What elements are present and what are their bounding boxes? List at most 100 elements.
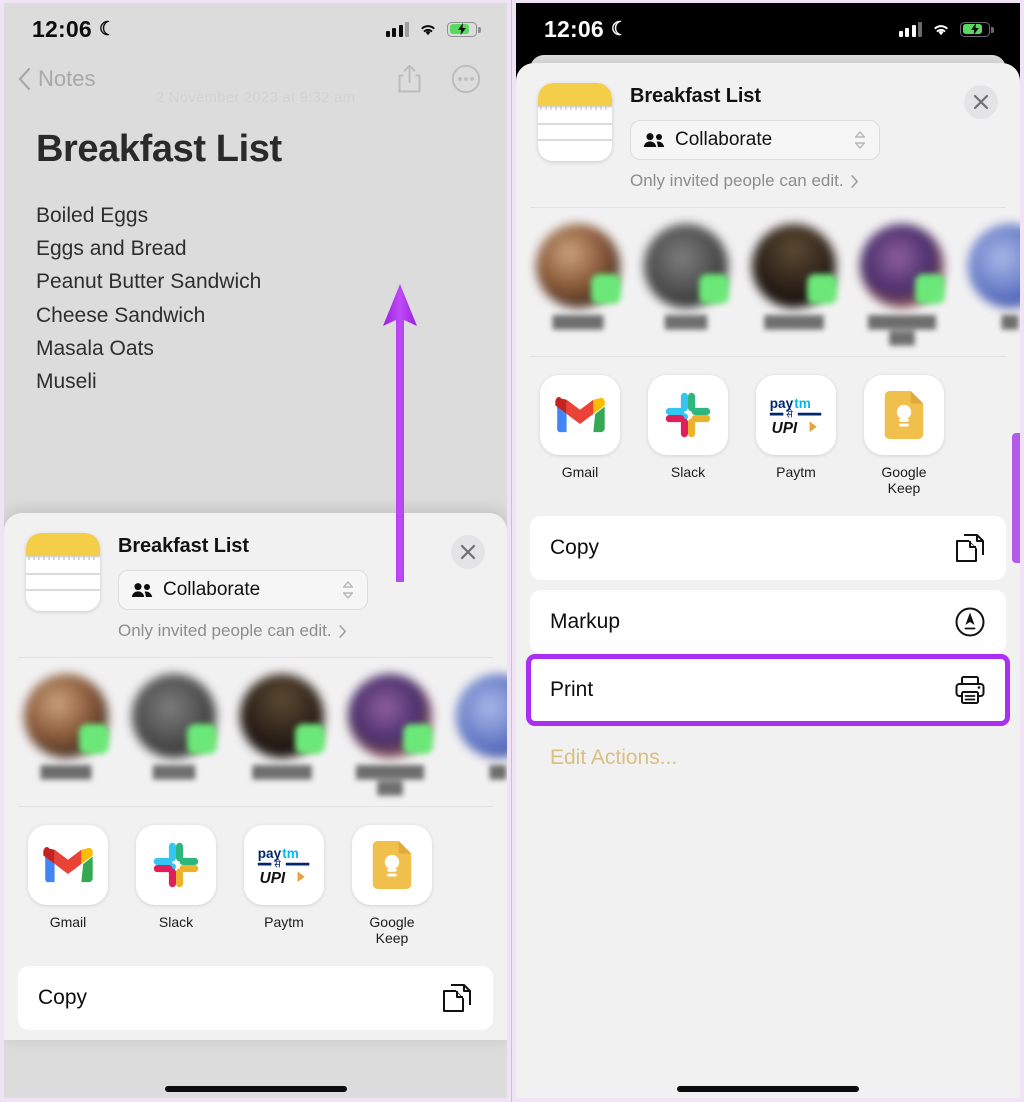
action-row-print[interactable]: Print — [530, 658, 1006, 722]
contact-item[interactable]: ███████ — [752, 224, 837, 346]
action-card-print-highlighted: Print — [526, 654, 1010, 727]
share-sheet-header: Breakfast List Collaborate Only invited … — [516, 63, 1020, 207]
app-share-target[interactable]: Google Keep — [864, 375, 944, 496]
status-bar-left: 12:06 ☾ — [4, 3, 507, 55]
do-not-disturb-moon-icon: ☾ — [610, 18, 629, 40]
action-card: Copy — [530, 516, 1006, 581]
gmail-icon — [28, 825, 108, 906]
gmail-icon — [540, 375, 620, 456]
share-icon[interactable] — [396, 64, 423, 94]
chevron-right-icon — [338, 624, 346, 638]
apps-row-right: Gmail Slack pay tm से UPI Paytm Google K… — [516, 357, 1020, 510]
app-share-target[interactable]: Gmail — [28, 825, 108, 946]
screenshot-root: 12:06 ☾ Notes 2 November 2023 at 9:32 am… — [0, 0, 1024, 1102]
share-sheet-right: Breakfast List Collaborate Only invited … — [516, 63, 1020, 1098]
contact-item[interactable]: ███████ — [240, 674, 325, 796]
app-label: Gmail — [561, 464, 599, 481]
app-share-target[interactable]: Google Keep — [352, 825, 432, 946]
action-label: Copy — [550, 536, 600, 560]
app-share-target[interactable]: Slack — [136, 825, 216, 946]
notes-document-icon — [538, 83, 612, 161]
google-keep-icon — [864, 375, 944, 456]
edit-actions-button[interactable]: Edit Actions... — [530, 732, 1006, 770]
imessage-badge-icon — [807, 274, 837, 304]
status-bar-indicators — [385, 21, 481, 37]
contact-name: ██████ — [552, 315, 604, 329]
app-share-target[interactable]: Gmail — [540, 375, 620, 496]
up-down-chevron-icon — [854, 131, 866, 149]
contact-name: ██████ — [40, 765, 92, 779]
note-title: Breakfast List — [36, 128, 282, 170]
apps-row-left: Gmail Slack pay tm से UPI Paytm Google K… — [4, 807, 507, 960]
contact-item[interactable]: █████ — [132, 674, 217, 796]
imessage-badge-icon — [403, 724, 433, 754]
battery-charging-icon — [447, 21, 481, 37]
share-sheet-meta: Breakfast List Collaborate Only invited … — [118, 533, 485, 641]
share-sheet-left: Breakfast List Collaborate Only invited … — [4, 513, 507, 1041]
contact-item[interactable]: ██████ — [536, 224, 621, 346]
action-row-markup[interactable]: Markup — [530, 590, 1006, 654]
share-sheet-title: Breakfast List — [118, 535, 249, 557]
action-row-copy[interactable]: Copy — [18, 966, 493, 1030]
share-sheet-stack: Breakfast List Collaborate Only invited … — [516, 55, 1020, 1098]
left-phone-screenshot: 12:06 ☾ Notes 2 November 2023 at 9:32 am… — [0, 0, 512, 1102]
note-nav-actions — [396, 64, 481, 94]
more-ellipsis-icon[interactable] — [451, 64, 481, 94]
svg-text:UPI: UPI — [772, 420, 798, 436]
permission-text: Only invited people can edit. — [118, 621, 332, 640]
app-label: Google Keep — [881, 464, 927, 497]
close-share-sheet-button[interactable] — [964, 85, 998, 119]
svg-text:UPI: UPI — [260, 870, 286, 886]
app-share-target[interactable]: pay tm से UPI Paytm — [756, 375, 836, 496]
action-label: Copy — [38, 986, 88, 1010]
collaborate-dropdown[interactable]: Collaborate — [630, 120, 880, 160]
contact-name: ██ — [1001, 315, 1019, 329]
action-card: Copy — [18, 966, 493, 1031]
battery-charging-icon — [960, 21, 994, 37]
back-to-notes-button[interactable]: Notes — [18, 66, 95, 92]
imessage-badge-icon — [187, 724, 217, 754]
chevron-right-icon — [850, 174, 858, 188]
app-share-target[interactable]: pay tm से UPI Paytm — [244, 825, 324, 946]
chevron-left-icon — [18, 68, 31, 90]
svg-text:pay: pay — [258, 846, 282, 861]
note-list-item: Eggs and Bread — [36, 237, 187, 261]
app-label: Slack — [158, 914, 194, 931]
markup-icon — [955, 607, 985, 637]
contact-item[interactable]: ████████ ███ — [860, 224, 945, 346]
svg-text:से: से — [786, 409, 793, 421]
up-down-chevron-icon — [342, 581, 354, 599]
imessage-badge-icon — [699, 274, 729, 304]
wifi-icon — [934, 24, 948, 35]
clock-time: 12:06 — [32, 15, 92, 42]
imessage-badge-icon — [295, 724, 325, 754]
contact-item[interactable]: █████ — [644, 224, 729, 346]
app-label: Gmail — [49, 914, 87, 931]
contact-item[interactable]: ██ — [456, 674, 507, 796]
permission-row[interactable]: Only invited people can edit. — [118, 621, 485, 641]
action-label: Markup — [550, 610, 621, 634]
actions-list-left: Copy — [4, 960, 507, 1031]
permission-row[interactable]: Only invited people can edit. — [630, 171, 998, 191]
avatar — [456, 674, 507, 758]
collaborate-label: Collaborate — [163, 579, 261, 600]
permission-text: Only invited people can edit. — [630, 171, 844, 190]
close-share-sheet-button[interactable] — [451, 535, 485, 569]
collaborate-dropdown[interactable]: Collaborate — [118, 570, 368, 610]
home-indicator — [677, 1086, 859, 1092]
contact-item[interactable]: ██ — [968, 224, 1020, 346]
note-body-list: Boiled Eggs Eggs and Bread Peanut Butter… — [4, 171, 507, 398]
contact-item[interactable]: ██████ — [24, 674, 109, 796]
copy-icon — [956, 534, 984, 563]
cellular-signal-icon — [385, 21, 409, 37]
slack-icon — [648, 375, 728, 456]
contacts-row-right: ██████ █████ ███████ ████████ ███ ██ — [516, 208, 1020, 356]
app-share-target[interactable]: Slack — [648, 375, 728, 496]
contact-item[interactable]: ████████ ███ — [348, 674, 433, 796]
google-keep-icon — [352, 825, 432, 906]
paytm-upi-icon: pay tm से UPI — [756, 375, 836, 456]
status-bar-indicators — [898, 21, 994, 37]
action-row-copy[interactable]: Copy — [530, 516, 1006, 580]
contacts-row-left: ██████ █████ ███████ ████████ ███ ██ — [4, 658, 507, 806]
app-label: Paytm — [776, 464, 816, 481]
